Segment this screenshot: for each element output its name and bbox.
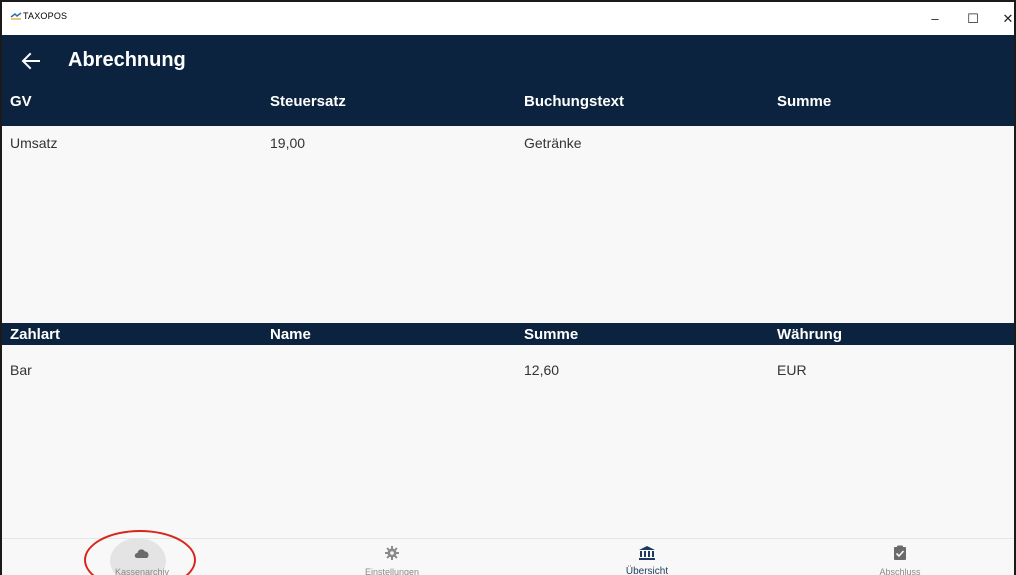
cell-summe: 12,60 — [524, 362, 560, 378]
arrow-left-icon[interactable] — [19, 49, 43, 73]
app-logo-icon — [10, 12, 22, 20]
payment-table-body: Bar 12,60 EUR — [2, 345, 1014, 538]
gv-table-header: GV Steuersatz Buchungstext Summe — [2, 87, 1014, 126]
clipboard-check-icon — [894, 545, 906, 560]
nav-label-abschluss: Abschluss — [879, 567, 921, 575]
app-name: TAXOPOS — [23, 11, 68, 21]
column-header-waehrung[interactable]: Währung — [777, 326, 842, 343]
cell-waehrung: EUR — [777, 362, 807, 378]
maximize-button[interactable]: ☐ — [955, 2, 991, 35]
column-header-name[interactable]: Name — [270, 326, 311, 343]
column-header-steuersatz[interactable]: Steuersatz — [270, 93, 346, 110]
cell-buchungstext: Getränke — [524, 135, 582, 151]
gv-table-body: Umsatz 19,00 Getränke — [2, 126, 1014, 323]
column-header-summe[interactable]: Summe — [777, 93, 831, 110]
column-header-zahlart[interactable]: Zahlart — [10, 326, 60, 343]
nav-item-abschluss[interactable]: Abschluss — [800, 538, 1000, 575]
app-window: TAXOPOS – ☐ ✕ Abrechnung GV Steuersatz B… — [0, 0, 1016, 575]
cell-zahlart: Bar — [10, 362, 32, 378]
nav-label-uebersicht: Übersicht — [625, 566, 669, 575]
title-bar: TAXOPOS – ☐ ✕ — [2, 2, 1014, 35]
bank-icon — [639, 546, 655, 560]
cell-gv: Umsatz — [10, 135, 58, 151]
payment-table-header: Zahlart Name Summe Währung — [2, 323, 1014, 345]
column-header-gv[interactable]: GV — [10, 93, 32, 110]
column-header-summe[interactable]: Summe — [524, 326, 578, 343]
gear-icon — [385, 546, 399, 560]
nav-item-einstellungen[interactable]: Einstellungen — [292, 538, 492, 575]
column-header-buchungstext[interactable]: Buchungstext — [524, 93, 624, 110]
cell-steuersatz: 19,00 — [270, 135, 306, 151]
page-title: Abrechnung — [68, 49, 186, 71]
nav-item-uebersicht[interactable]: Übersicht — [547, 538, 747, 575]
close-window-button[interactable]: ✕ — [990, 2, 1014, 35]
app-bar: Abrechnung — [2, 35, 1014, 87]
minimize-button[interactable]: – — [917, 2, 953, 35]
nav-label-einstellungen: Einstellungen — [364, 567, 420, 575]
